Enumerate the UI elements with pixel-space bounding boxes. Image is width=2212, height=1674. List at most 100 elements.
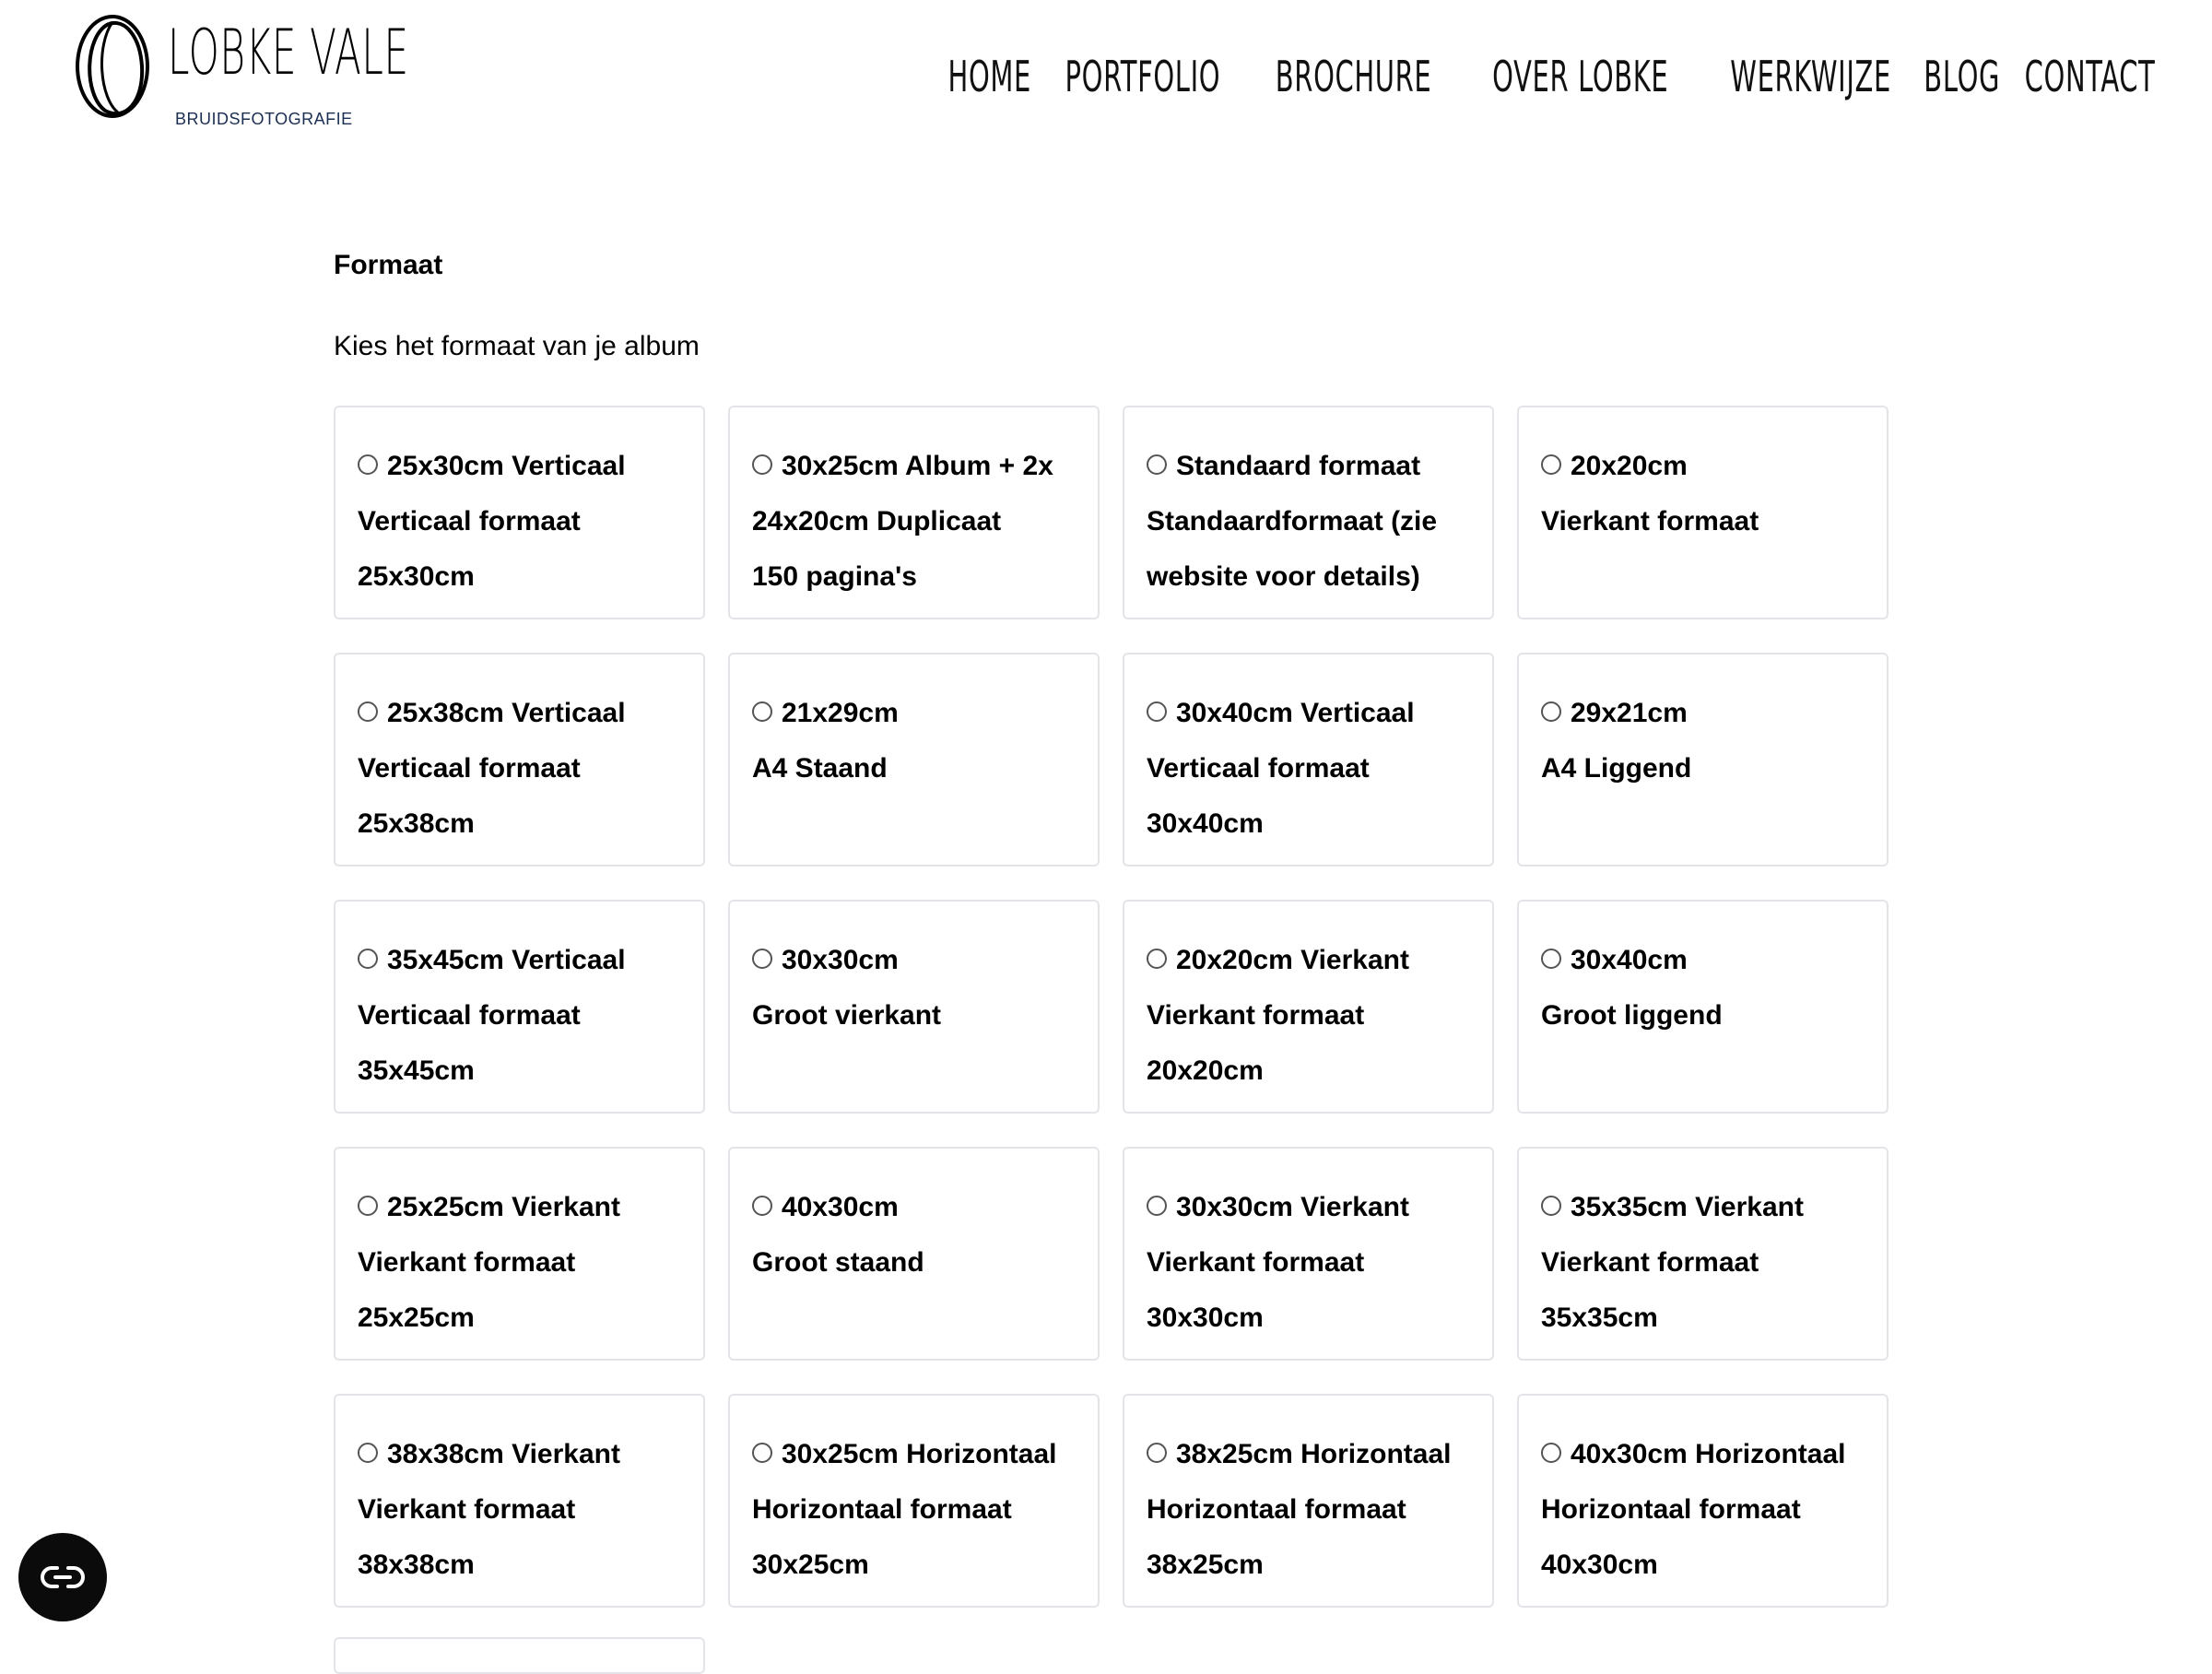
format-option-card[interactable]: 40x30cm Groot staand <box>728 1147 1100 1361</box>
nav-blog[interactable]: BLOG <box>1924 52 2001 101</box>
option-description: A4 Staand <box>752 753 888 784</box>
option-detail: 25x38cm <box>358 808 475 839</box>
format-option-card[interactable]: 30x40cm Verticaal Verticaal formaat 30x40c… <box>1123 653 1494 866</box>
format-option-card[interactable]: 38x25cm Horizontaal Horizontaal formaat 38… <box>1123 1394 1494 1608</box>
option-title-line: 30x40cm Verticaal <box>1147 686 1470 741</box>
option-title: 30x40cm <box>1571 945 1688 975</box>
nav-brochure[interactable]: BROCHURE <box>1275 52 1431 101</box>
option-description: Verticaal formaat <box>1147 753 1370 784</box>
option-description: Horizontaal formaat <box>1147 1494 1406 1525</box>
format-option-card[interactable]: 30x25cm Horizontaal Horizontaal formaat 30… <box>728 1394 1100 1608</box>
format-option-card[interactable]: 20x20cm Vierkant formaat <box>1517 406 1888 619</box>
option-description: Vierkant formaat <box>1147 1000 1365 1031</box>
format-options-grid: 25x30cm Verticaal Verticaal formaat 25x30c… <box>334 406 1888 1608</box>
option-detail: 30x40cm <box>1147 808 1264 839</box>
option-title-line: 30x25cm Horizontaal <box>752 1427 1076 1482</box>
option-detail: 30x25cm <box>752 1550 869 1580</box>
format-option-card[interactable]: 35x35cm Vierkant Vierkant formaat 35x35cm <box>1517 1147 1888 1361</box>
site-header: LOBKE VALE BRUIDSFOTOGRAFIE HOME PORTFOL… <box>0 0 2212 147</box>
format-option-card[interactable]: 29x21cm A4 Liggend <box>1517 653 1888 866</box>
option-description: Groot vierkant <box>752 1000 942 1031</box>
format-option-card[interactable]: Standaard formaat Standaardformaat (zie we… <box>1123 406 1494 619</box>
format-option-card[interactable]: 30x30cm Groot vierkant <box>728 900 1100 1114</box>
format-option-card[interactable]: 30x30cm Vierkant Vierkant formaat 30x30cm <box>1123 1147 1494 1361</box>
format-radio-button[interactable] <box>1147 701 1167 722</box>
option-title: 30x40cm Verticaal <box>1176 698 1415 728</box>
format-radio-button[interactable] <box>358 1196 378 1216</box>
format-radio-button[interactable] <box>358 949 378 969</box>
format-radio-button[interactable] <box>1541 1196 1561 1216</box>
option-title-line: 30x25cm Album + 2x <box>752 439 1076 494</box>
format-radio-button[interactable] <box>1147 1443 1167 1463</box>
format-option-card[interactable]: 30x40cm Groot liggend <box>1517 900 1888 1114</box>
option-description: Verticaal formaat <box>358 506 581 536</box>
format-radio-button[interactable] <box>752 701 772 722</box>
main-nav: HOME PORTFOLIO BROCHURE OVER LOBKE WERKW… <box>942 52 2175 101</box>
format-radio-button[interactable] <box>358 701 378 722</box>
format-option-card[interactable]: 25x38cm Verticaal Verticaal formaat 25x38c… <box>334 653 705 866</box>
option-description: Vierkant formaat <box>358 1247 576 1278</box>
option-title: 30x25cm Horizontaal <box>782 1439 1057 1469</box>
option-detail: 30x30cm <box>1147 1303 1264 1333</box>
format-radio-button[interactable] <box>1147 454 1167 475</box>
nav-over-lobke[interactable]: OVER LOBKE <box>1492 52 1668 101</box>
option-title-line: 30x40cm <box>1541 933 1865 988</box>
option-title: Standaard formaat <box>1176 451 1421 481</box>
option-detail: website voor details) <box>1147 561 1420 592</box>
format-radio-button[interactable] <box>752 1196 772 1216</box>
option-detail: 150 pagina's <box>752 561 917 592</box>
option-detail: 40x30cm <box>1541 1550 1658 1580</box>
option-detail: 38x25cm <box>1147 1550 1264 1580</box>
option-description: Vierkant formaat <box>1147 1247 1365 1278</box>
format-radio-button[interactable] <box>1541 1443 1561 1463</box>
format-option-card[interactable]: 25x25cm Vierkant Vierkant formaat 25x25cm <box>334 1147 705 1361</box>
format-radio-button[interactable] <box>1147 1196 1167 1216</box>
option-title-line: 40x30cm Horizontaal <box>1541 1427 1865 1482</box>
option-description: Vierkant formaat <box>1541 506 1759 536</box>
format-radio-button[interactable] <box>752 1443 772 1463</box>
format-radio-button[interactable] <box>1541 949 1561 969</box>
option-description: Verticaal formaat <box>358 1000 581 1031</box>
option-title: 35x35cm Vierkant <box>1571 1192 1804 1222</box>
option-title: 40x30cm Horizontaal <box>1571 1439 1846 1469</box>
logo-oval-icon <box>76 15 149 118</box>
format-option-card[interactable]: 38x38cm Vierkant Vierkant formaat 38x38cm <box>334 1394 705 1608</box>
option-description: 24x20cm Duplicaat <box>752 506 1002 536</box>
format-option-card[interactable] <box>334 1637 705 1674</box>
option-description: Horizontaal formaat <box>1541 1494 1801 1525</box>
format-radio-button[interactable] <box>1147 949 1167 969</box>
format-radio-button[interactable] <box>752 454 772 475</box>
section-title: Formaat <box>334 250 443 280</box>
format-radio-button[interactable] <box>752 949 772 969</box>
format-radio-button[interactable] <box>358 1443 378 1463</box>
logo[interactable]: LOBKE VALE BRUIDSFOTOGRAFIE <box>72 9 441 129</box>
format-option-card[interactable]: 21x29cm A4 Staand <box>728 653 1100 866</box>
option-title-line: 25x30cm Verticaal <box>358 439 681 494</box>
option-title: 35x45cm Verticaal <box>387 945 626 975</box>
nav-home[interactable]: HOME <box>948 52 1031 101</box>
format-radio-button[interactable] <box>1541 454 1561 475</box>
option-title-line: Standaard formaat <box>1147 439 1470 494</box>
option-title-line: 30x30cm <box>752 933 1076 988</box>
format-radio-button[interactable] <box>1541 701 1561 722</box>
option-title: 20x20cm Vierkant <box>1176 945 1409 975</box>
format-option-card[interactable]: 20x20cm Vierkant Vierkant formaat 20x20cm <box>1123 900 1494 1114</box>
option-detail: 20x20cm <box>1147 1055 1264 1086</box>
format-option-card[interactable]: 40x30cm Horizontaal Horizontaal formaat 40… <box>1517 1394 1888 1608</box>
format-option-card[interactable]: 35x45cm Verticaal Verticaal formaat 35x45c… <box>334 900 705 1114</box>
format-option-card[interactable]: 25x30cm Verticaal Verticaal formaat 25x30c… <box>334 406 705 619</box>
option-title: 25x38cm Verticaal <box>387 698 626 728</box>
nav-portfolio[interactable]: PORTFOLIO <box>1065 52 1220 101</box>
option-title: 25x30cm Verticaal <box>387 451 626 481</box>
option-detail: 35x35cm <box>1541 1303 1658 1333</box>
format-radio-button[interactable] <box>358 454 378 475</box>
logo-tagline: BRUIDSFOTOGRAFIE <box>175 110 353 128</box>
option-title: 38x25cm Horizontaal <box>1176 1439 1452 1469</box>
nav-werkwijze[interactable]: WERKWIJZE <box>1731 52 1892 101</box>
option-description: Vierkant formaat <box>1541 1247 1759 1278</box>
option-description: Vierkant formaat <box>358 1494 576 1525</box>
format-option-card[interactable]: 30x25cm Album + 2x 24x20cm Duplicaat 150 p… <box>728 406 1100 619</box>
accessibility-button[interactable] <box>18 1533 107 1621</box>
option-title-line: 38x38cm Vierkant <box>358 1427 681 1482</box>
nav-contact[interactable]: CONTACT <box>2025 52 2156 101</box>
